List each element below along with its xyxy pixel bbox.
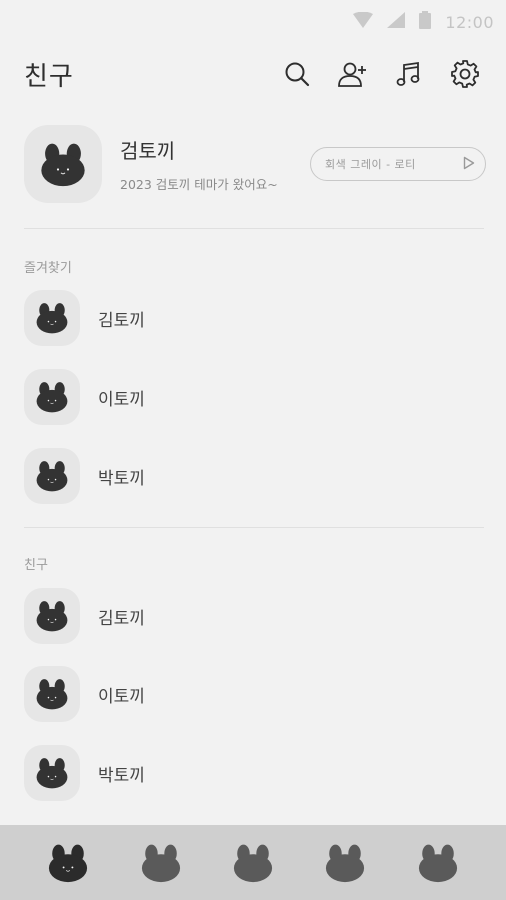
tab-chats[interactable] xyxy=(131,833,191,893)
friend-name: 이토끼 xyxy=(98,389,145,410)
favorite-item[interactable]: 이토끼 xyxy=(24,368,484,426)
section-label-favorites: 즐겨찾기 xyxy=(24,261,72,276)
rabbit-icon xyxy=(46,843,90,883)
play-icon xyxy=(463,155,475,174)
bottom-tab-bar xyxy=(0,825,506,900)
avatar[interactable] xyxy=(24,290,80,346)
avatar[interactable] xyxy=(24,448,80,504)
my-profile[interactable]: 검토끼 2023 검토끼 테마가 왔어요~ 회색 그레이 - 로티 xyxy=(24,124,486,204)
friend-name: 박토끼 xyxy=(98,765,145,786)
tab-shopping[interactable] xyxy=(315,833,375,893)
tab-more[interactable] xyxy=(408,833,468,893)
divider xyxy=(24,228,484,229)
rabbit-icon xyxy=(34,600,70,632)
favorite-item[interactable]: 박토끼 xyxy=(24,447,484,505)
divider xyxy=(24,527,484,528)
avatar[interactable] xyxy=(24,666,80,722)
status-time: 12:00 xyxy=(445,12,494,32)
search-icon[interactable] xyxy=(280,57,314,91)
rabbit-icon xyxy=(34,302,70,334)
rabbit-icon xyxy=(34,757,70,789)
header: 친구 xyxy=(0,48,506,100)
rabbit-icon xyxy=(231,843,275,883)
friend-item[interactable]: 박토끼 xyxy=(24,744,484,802)
music-icon[interactable] xyxy=(392,57,426,91)
status-bar: 12:00 xyxy=(0,0,506,44)
profile-music-button[interactable]: 회색 그레이 - 로티 xyxy=(310,147,486,181)
friend-name: 김토끼 xyxy=(98,310,145,331)
avatar[interactable] xyxy=(24,369,80,425)
favorite-item[interactable]: 김토끼 xyxy=(24,289,484,347)
tab-view[interactable] xyxy=(223,833,283,893)
rabbit-icon xyxy=(416,843,460,883)
friend-name: 김토끼 xyxy=(98,608,145,629)
avatar[interactable] xyxy=(24,125,102,203)
friend-name: 박토끼 xyxy=(98,468,145,489)
settings-icon[interactable] xyxy=(448,57,482,91)
avatar[interactable] xyxy=(24,588,80,644)
page-title: 친구 xyxy=(24,61,74,92)
rabbit-icon xyxy=(34,381,70,413)
rabbit-icon xyxy=(323,843,367,883)
profile-music-label: 회색 그레이 - 로티 xyxy=(325,158,416,171)
rabbit-icon xyxy=(139,843,183,883)
tab-friends[interactable] xyxy=(38,833,98,893)
battery-icon xyxy=(419,11,432,33)
signal-icon xyxy=(387,12,406,32)
friend-item[interactable]: 김토끼 xyxy=(24,587,484,645)
rabbit-icon xyxy=(34,678,70,710)
wifi-icon xyxy=(353,11,374,32)
friend-name: 이토끼 xyxy=(98,686,145,707)
rabbit-icon xyxy=(34,460,70,492)
header-actions xyxy=(280,57,482,91)
section-label-friends: 친구 xyxy=(24,558,48,573)
rabbit-icon xyxy=(38,142,88,187)
avatar[interactable] xyxy=(24,745,80,801)
friend-item[interactable]: 이토끼 xyxy=(24,665,484,723)
add-friend-icon[interactable] xyxy=(336,57,370,91)
